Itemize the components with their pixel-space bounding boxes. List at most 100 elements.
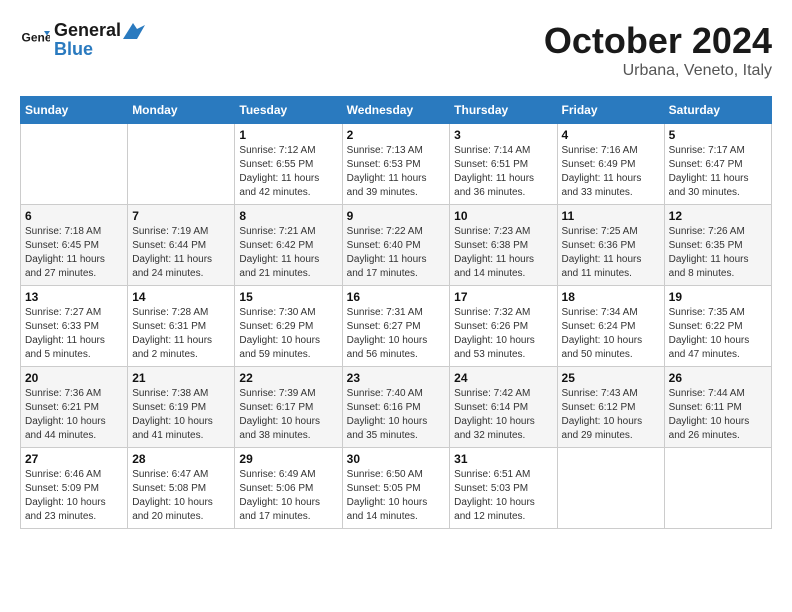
calendar-cell: 16 Sunrise: 7:31 AM Sunset: 6:27 PM Dayli… [342,286,450,367]
day-number: 5 [669,128,767,142]
day-info: Sunrise: 6:50 AM Sunset: 5:05 PM Dayligh… [347,468,446,524]
day-number: 16 [347,290,446,304]
calendar-cell: 26 Sunrise: 7:44 AM Sunset: 6:11 PM Dayli… [664,367,771,448]
calendar-table: SundayMondayTuesdayWednesdayThursdayFrid… [20,96,772,529]
day-number: 19 [669,290,767,304]
day-info: Sunrise: 7:27 AM Sunset: 6:33 PM Dayligh… [25,306,123,362]
day-info: Sunrise: 7:38 AM Sunset: 6:19 PM Dayligh… [132,387,230,443]
day-info: Sunrise: 7:42 AM Sunset: 6:14 PM Dayligh… [454,387,552,443]
day-info: Sunrise: 7:23 AM Sunset: 6:38 PM Dayligh… [454,225,552,281]
weekday-header-wednesday: Wednesday [342,97,450,124]
day-number: 28 [132,452,230,466]
calendar-cell: 29 Sunrise: 6:49 AM Sunset: 5:06 PM Dayli… [235,448,342,529]
calendar-cell: 27Sunrise: 6:46 AM Sunset: 5:09 PM Dayli… [21,448,128,529]
day-number: 17 [454,290,552,304]
day-info: Sunrise: 7:25 AM Sunset: 6:36 PM Dayligh… [562,225,660,281]
day-number: 6 [25,209,123,223]
logo-general: General [54,20,121,41]
logo-blue: Blue [54,39,145,60]
day-info: Sunrise: 7:39 AM Sunset: 6:17 PM Dayligh… [239,387,337,443]
day-info: Sunrise: 6:47 AM Sunset: 5:08 PM Dayligh… [132,468,230,524]
day-info: Sunrise: 7:44 AM Sunset: 6:11 PM Dayligh… [669,387,767,443]
day-number: 18 [562,290,660,304]
day-number: 13 [25,290,123,304]
day-info: Sunrise: 7:14 AM Sunset: 6:51 PM Dayligh… [454,144,552,200]
day-info: Sunrise: 6:51 AM Sunset: 5:03 PM Dayligh… [454,468,552,524]
day-info: Sunrise: 7:28 AM Sunset: 6:31 PM Dayligh… [132,306,230,362]
day-number: 31 [454,452,552,466]
day-info: Sunrise: 7:18 AM Sunset: 6:45 PM Dayligh… [25,225,123,281]
weekday-header-thursday: Thursday [450,97,557,124]
day-info: Sunrise: 7:32 AM Sunset: 6:26 PM Dayligh… [454,306,552,362]
calendar-cell: 10Sunrise: 7:23 AM Sunset: 6:38 PM Dayli… [450,205,557,286]
location-subtitle: Urbana, Veneto, Italy [544,62,772,80]
weekday-header-friday: Friday [557,97,664,124]
page-header: General General Blue October 2024 Urbana… [20,20,772,80]
calendar-cell: 6 Sunrise: 7:18 AM Sunset: 6:45 PM Daylig… [21,205,128,286]
calendar-cell [664,448,771,529]
day-number: 23 [347,371,446,385]
day-number: 20 [25,371,123,385]
day-number: 11 [562,209,660,223]
day-number: 21 [132,371,230,385]
calendar-cell [557,448,664,529]
day-number: 12 [669,209,767,223]
logo-icon: General [20,25,50,55]
calendar-cell: 18 Sunrise: 7:34 AM Sunset: 6:24 PM Dayli… [557,286,664,367]
calendar-cell [128,124,235,205]
day-number: 1 [239,128,337,142]
calendar-cell: 1 Sunrise: 7:12 AM Sunset: 6:55 PM Daylig… [235,124,342,205]
day-info: Sunrise: 7:12 AM Sunset: 6:55 PM Dayligh… [239,144,337,200]
day-info: Sunrise: 7:22 AM Sunset: 6:40 PM Dayligh… [347,225,446,281]
calendar-cell: 24 Sunrise: 7:42 AM Sunset: 6:14 PM Dayli… [450,367,557,448]
calendar-week-3: 13 Sunrise: 7:27 AM Sunset: 6:33 PM Dayli… [21,286,772,367]
day-info: Sunrise: 7:35 AM Sunset: 6:22 PM Dayligh… [669,306,767,362]
calendar-week-1: 1 Sunrise: 7:12 AM Sunset: 6:55 PM Daylig… [21,124,772,205]
day-info: Sunrise: 7:31 AM Sunset: 6:27 PM Dayligh… [347,306,446,362]
calendar-header-row: SundayMondayTuesdayWednesdayThursdayFrid… [21,97,772,124]
day-info: Sunrise: 7:13 AM Sunset: 6:53 PM Dayligh… [347,144,446,200]
day-info: Sunrise: 7:26 AM Sunset: 6:35 PM Dayligh… [669,225,767,281]
day-number: 22 [239,371,337,385]
day-number: 8 [239,209,337,223]
day-number: 24 [454,371,552,385]
calendar-cell: 25 Sunrise: 7:43 AM Sunset: 6:12 PM Dayli… [557,367,664,448]
weekday-header-tuesday: Tuesday [235,97,342,124]
day-number: 7 [132,209,230,223]
day-info: Sunrise: 7:19 AM Sunset: 6:44 PM Dayligh… [132,225,230,281]
day-info: Sunrise: 7:30 AM Sunset: 6:29 PM Dayligh… [239,306,337,362]
calendar-week-5: 27Sunrise: 6:46 AM Sunset: 5:09 PM Dayli… [21,448,772,529]
day-number: 25 [562,371,660,385]
calendar-cell: 21 Sunrise: 7:38 AM Sunset: 6:19 PM Dayli… [128,367,235,448]
day-number: 4 [562,128,660,142]
calendar-cell: 31 Sunrise: 6:51 AM Sunset: 5:03 PM Dayli… [450,448,557,529]
calendar-cell: 17 Sunrise: 7:32 AM Sunset: 6:26 PM Dayli… [450,286,557,367]
day-info: Sunrise: 7:40 AM Sunset: 6:16 PM Dayligh… [347,387,446,443]
day-number: 29 [239,452,337,466]
calendar-cell [21,124,128,205]
calendar-cell: 2Sunrise: 7:13 AM Sunset: 6:53 PM Daylig… [342,124,450,205]
day-info: Sunrise: 7:34 AM Sunset: 6:24 PM Dayligh… [562,306,660,362]
day-number: 3 [454,128,552,142]
calendar-cell: 4Sunrise: 7:16 AM Sunset: 6:49 PM Daylig… [557,124,664,205]
day-number: 30 [347,452,446,466]
day-number: 26 [669,371,767,385]
day-info: Sunrise: 6:49 AM Sunset: 5:06 PM Dayligh… [239,468,337,524]
calendar-cell: 15Sunrise: 7:30 AM Sunset: 6:29 PM Dayli… [235,286,342,367]
calendar-cell: 8Sunrise: 7:21 AM Sunset: 6:42 PM Daylig… [235,205,342,286]
calendar-cell: 13 Sunrise: 7:27 AM Sunset: 6:33 PM Dayli… [21,286,128,367]
day-number: 9 [347,209,446,223]
calendar-body: 1 Sunrise: 7:12 AM Sunset: 6:55 PM Daylig… [21,124,772,529]
title-block: October 2024 Urbana, Veneto, Italy [544,20,772,80]
calendar-cell: 11 Sunrise: 7:25 AM Sunset: 6:36 PM Dayli… [557,205,664,286]
calendar-cell: 19 Sunrise: 7:35 AM Sunset: 6:22 PM Dayli… [664,286,771,367]
calendar-cell: 9 Sunrise: 7:22 AM Sunset: 6:40 PM Daylig… [342,205,450,286]
logo-bird-icon [123,23,145,39]
weekday-header-monday: Monday [128,97,235,124]
day-number: 27 [25,452,123,466]
day-info: Sunrise: 7:43 AM Sunset: 6:12 PM Dayligh… [562,387,660,443]
day-info: Sunrise: 7:17 AM Sunset: 6:47 PM Dayligh… [669,144,767,200]
calendar-cell: 3 Sunrise: 7:14 AM Sunset: 6:51 PM Daylig… [450,124,557,205]
calendar-cell: 12 Sunrise: 7:26 AM Sunset: 6:35 PM Dayli… [664,205,771,286]
day-info: Sunrise: 7:36 AM Sunset: 6:21 PM Dayligh… [25,387,123,443]
